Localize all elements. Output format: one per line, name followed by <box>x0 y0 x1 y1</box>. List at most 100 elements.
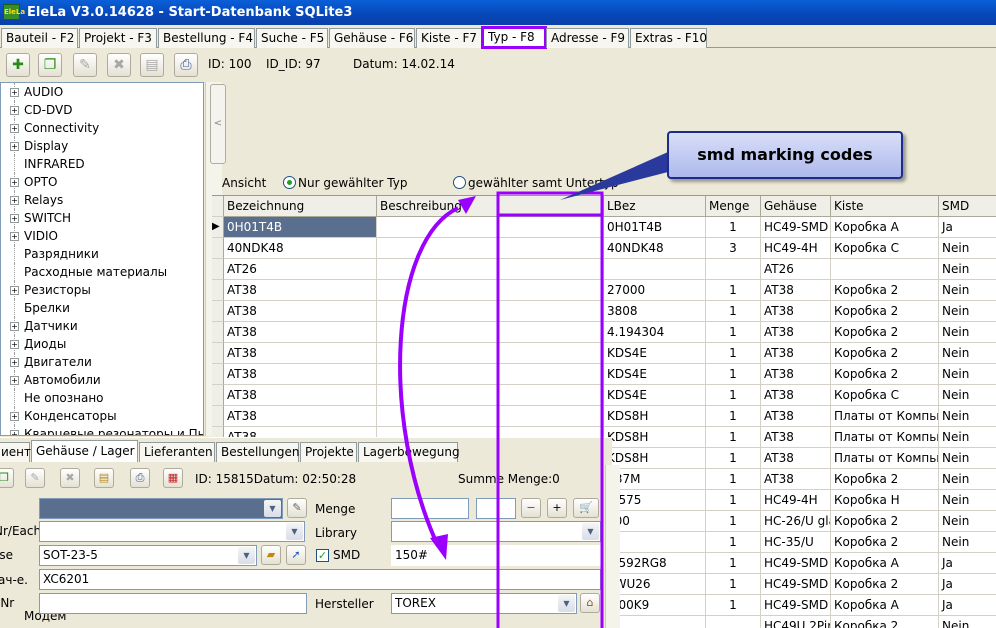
column-header[interactable]: Gehäuse <box>761 196 831 217</box>
table-cell[interactable]: 1 <box>706 322 761 343</box>
table-cell[interactable] <box>377 217 498 238</box>
delete-icon[interactable]: ✖ <box>107 53 131 77</box>
field-smd-code[interactable]: 150# <box>391 545 601 566</box>
table-cell[interactable]: Коробка 2 <box>831 322 939 343</box>
expand-icon[interactable]: + <box>10 412 19 421</box>
table-cell[interactable] <box>498 238 604 259</box>
tab-lagerbewegung[interactable]: Lagerbewegung <box>358 442 460 462</box>
table-cell[interactable]: 3 <box>706 238 761 259</box>
scan-icon[interactable]: ▦ <box>163 468 183 488</box>
column-header[interactable]: SMD <box>939 196 996 217</box>
column-header[interactable]: Menge <box>706 196 761 217</box>
home-icon[interactable]: ⌂ <box>580 593 600 613</box>
table-cell[interactable] <box>498 217 604 238</box>
table-cell[interactable] <box>498 280 604 301</box>
plus-button[interactable]: + <box>547 498 567 518</box>
tab-suche[interactable]: Suche - F5 <box>256 28 328 48</box>
table-cell[interactable]: Nein <box>939 280 996 301</box>
table-cell[interactable] <box>377 343 498 364</box>
field-menge[interactable] <box>391 498 469 519</box>
row-indicator[interactable] <box>212 322 224 343</box>
table-cell[interactable] <box>377 301 498 322</box>
table-cell[interactable]: Nein <box>939 490 996 511</box>
print-icon[interactable]: ⎙ <box>174 53 198 77</box>
table-cell[interactable]: 1 <box>706 385 761 406</box>
table-cell[interactable]: Коробка 2 <box>831 364 939 385</box>
tree-item[interactable]: + Двигатели <box>1 353 203 371</box>
expand-icon[interactable]: + <box>10 88 19 97</box>
table-cell[interactable]: HC49-SMD 2 <box>761 595 831 616</box>
table-row[interactable]: 40NDK48 40NDK48 3 HC49-4H Коробка С Nein <box>212 238 996 259</box>
table-cell[interactable]: AT38 <box>761 427 831 448</box>
folder-icon[interactable]: ▰ <box>261 545 281 565</box>
table-cell[interactable]: AT38 <box>224 343 377 364</box>
field-hersteller[interactable]: TOREX ▼ <box>391 593 577 614</box>
table-cell[interactable]: AT38 <box>761 385 831 406</box>
expand-icon[interactable]: + <box>10 376 19 385</box>
tree-item[interactable]: + Relays <box>1 191 203 209</box>
tree-item[interactable]: + CD-DVD <box>1 101 203 119</box>
table-cell[interactable]: Nein <box>939 511 996 532</box>
table-cell[interactable]: 0H01T4B <box>604 217 706 238</box>
edit-icon[interactable]: ✎ <box>73 53 97 77</box>
table-row[interactable]: AT38 3808 1 AT38 Коробка 2 Nein <box>212 301 996 322</box>
column-header[interactable] <box>498 196 604 217</box>
tab-typ[interactable]: Typ - F8 <box>481 26 547 49</box>
table-cell[interactable]: Коробка С <box>831 238 939 259</box>
radio-with-subtypes-label[interactable]: gewählter samt Untertyp <box>468 173 619 193</box>
table-cell[interactable] <box>377 364 498 385</box>
table-cell[interactable]: AT38 <box>761 343 831 364</box>
table-cell[interactable] <box>377 322 498 343</box>
table-cell[interactable]: KDS4E <box>604 385 706 406</box>
expand-icon[interactable]: + <box>10 232 19 241</box>
table-cell[interactable]: AT38 <box>224 385 377 406</box>
table-cell[interactable]: 1 <box>706 343 761 364</box>
table-cell[interactable] <box>706 259 761 280</box>
chevron-down-icon[interactable]: ▼ <box>264 500 281 517</box>
copy-icon[interactable]: ❐ <box>0 468 14 488</box>
table-cell[interactable]: AT38 <box>761 469 831 490</box>
row-indicator[interactable] <box>212 301 224 322</box>
new-icon[interactable]: ✚ <box>6 53 30 77</box>
table-cell[interactable] <box>377 406 498 427</box>
table-cell[interactable]: Платы от Компьютера <box>831 427 939 448</box>
archive-icon[interactable]: ▤ <box>140 53 164 77</box>
radio-with-subtypes[interactable] <box>453 176 466 189</box>
tab-bestellung[interactable]: Bestellung - F4 <box>158 28 255 48</box>
table-cell[interactable] <box>498 343 604 364</box>
row-indicator[interactable] <box>212 406 224 427</box>
type-tree[interactable]: + AUDIO + CD-DVD + Connectivity + Display INFRAR… <box>0 82 204 436</box>
table-row[interactable]: AT38 27000 1 AT38 Коробка 2 Nein <box>212 280 996 301</box>
table-cell[interactable]: Платы от Компьютера <box>831 448 939 469</box>
tree-item[interactable]: INFRARED <box>1 155 203 173</box>
chevron-down-icon[interactable]: ▼ <box>582 523 599 540</box>
table-row[interactable]: ▶0H01T4B0H01T4B1HC49-SMD 2Коробка АJa <box>212 217 996 238</box>
print-icon[interactable]: ⎙ <box>130 468 150 488</box>
table-row[interactable]: AT38KDS8H1AT38Платы от КомпьютераNein <box>212 406 996 427</box>
table-cell[interactable]: HC-35/U <box>761 532 831 553</box>
table-cell[interactable]: AT26 <box>761 259 831 280</box>
table-cell[interactable] <box>498 301 604 322</box>
table-cell[interactable]: KDS8H <box>604 427 706 448</box>
tab-bestellungen[interactable]: Bestellungen <box>216 442 299 462</box>
tree-item[interactable]: + Display <box>1 137 203 155</box>
table-cell[interactable]: 0H01T4B <box>224 217 377 238</box>
table-cell[interactable]: 40NDK48 <box>224 238 377 259</box>
table-cell[interactable]: AT38 <box>761 448 831 469</box>
tab-projekt[interactable]: Projekt - F3 <box>79 28 157 48</box>
column-header[interactable]: LBez <box>604 196 706 217</box>
tree-item[interactable]: Брелки <box>1 299 203 317</box>
minus-button[interactable]: − <box>521 498 541 518</box>
column-header[interactable]: Beschreibung <box>377 196 498 217</box>
table-cell[interactable] <box>377 280 498 301</box>
table-cell[interactable]: Nein <box>939 469 996 490</box>
table-cell[interactable]: 1 <box>706 301 761 322</box>
table-cell[interactable] <box>498 385 604 406</box>
table-cell[interactable]: Коробка А <box>831 217 939 238</box>
tree-item[interactable]: Не опознано <box>1 389 203 407</box>
table-cell[interactable]: Nein <box>939 343 996 364</box>
table-cell[interactable] <box>377 385 498 406</box>
tab-ident[interactable]: иент. <box>0 442 35 462</box>
row-indicator[interactable] <box>212 364 224 385</box>
cart-icon[interactable]: 🛒 <box>573 498 599 518</box>
